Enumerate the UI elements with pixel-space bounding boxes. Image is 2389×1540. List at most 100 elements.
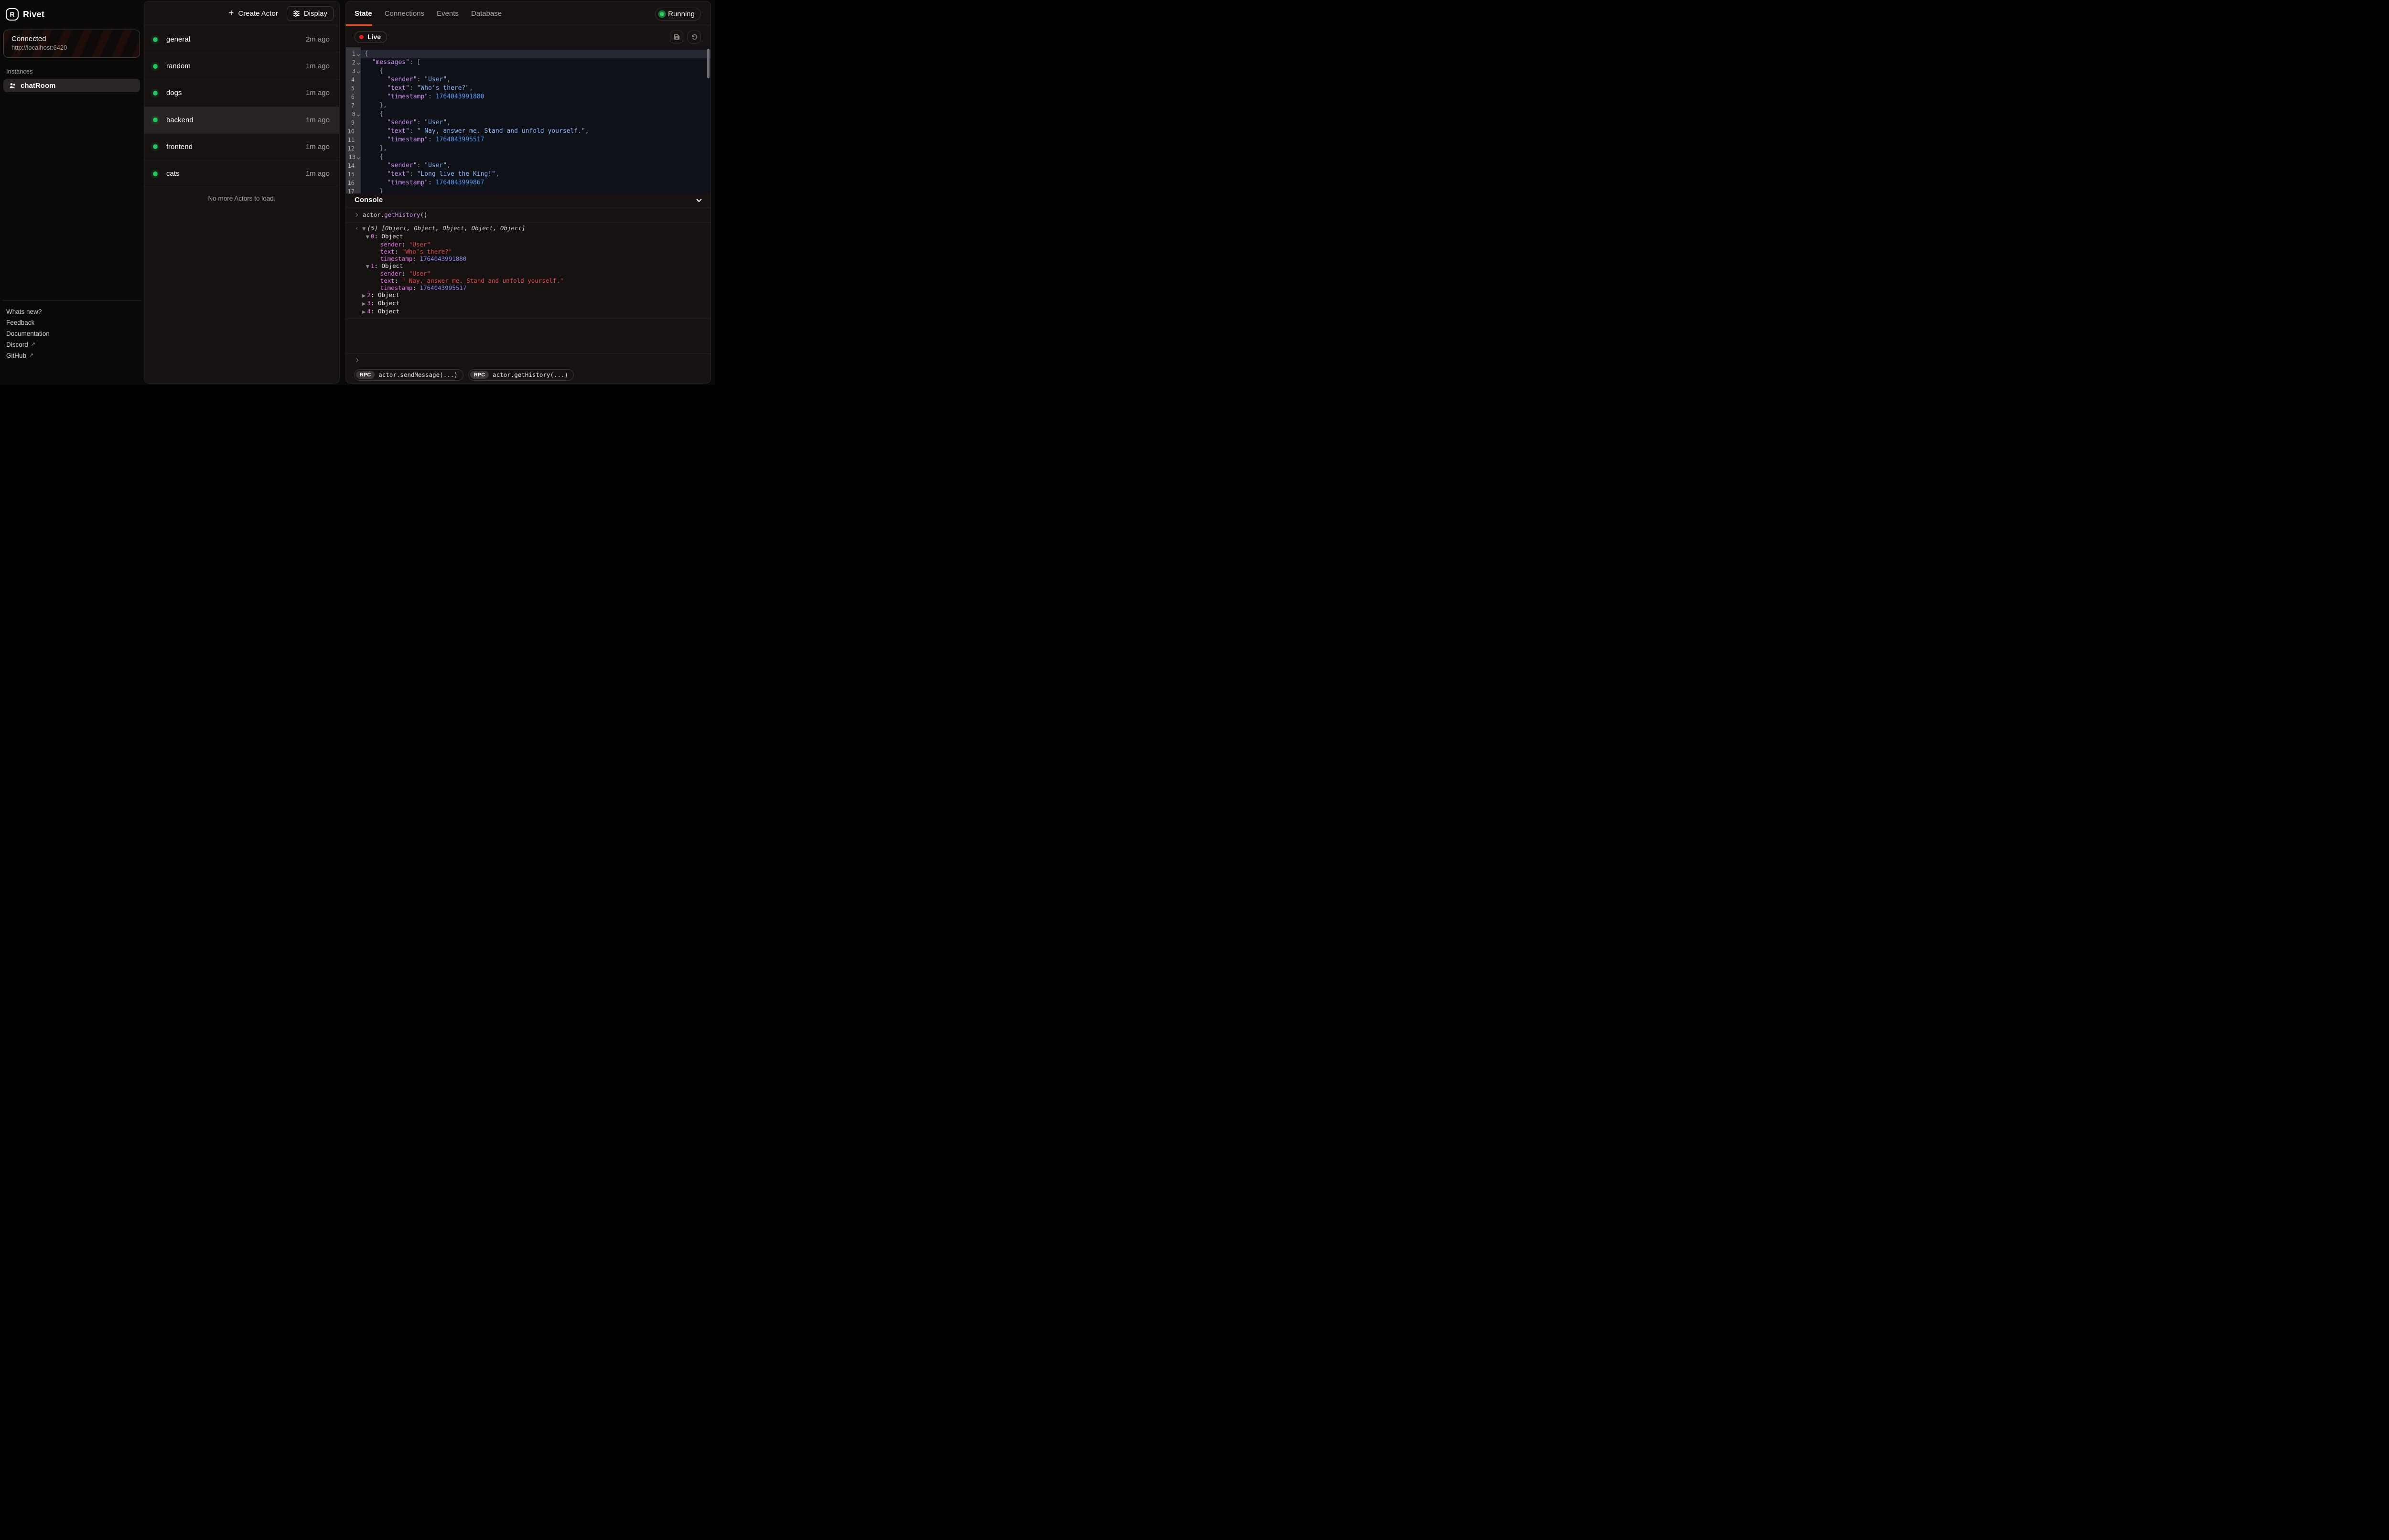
expand-toggle-icon[interactable]: ▶ bbox=[362, 310, 367, 315]
chevron-down-icon[interactable] bbox=[696, 196, 701, 202]
sidebar-item-chatroom[interactable]: chatRoom bbox=[3, 79, 140, 92]
editor-code: "timestamp": 1764043995517 bbox=[361, 136, 710, 144]
live-bar: Live bbox=[346, 26, 710, 47]
rpc-button-actor-gethistory-[interactable]: RPCactor.getHistory(...) bbox=[468, 369, 574, 381]
editor-code: "timestamp": 1764043999867 bbox=[361, 179, 710, 187]
line-number: 9 bbox=[351, 118, 355, 127]
actor-row-random[interactable]: random1m ago bbox=[144, 53, 339, 80]
actor-row-frontend[interactable]: frontend1m ago bbox=[144, 134, 339, 160]
tab-connections[interactable]: Connections bbox=[385, 10, 424, 18]
line-number: 13 bbox=[349, 153, 355, 161]
expand-toggle-icon[interactable]: ▶ bbox=[362, 293, 367, 299]
editor-line-number: 7 bbox=[346, 101, 361, 110]
status-dot-icon bbox=[153, 64, 158, 69]
tab-events[interactable]: Events bbox=[437, 10, 459, 18]
fold-toggle-icon[interactable] bbox=[357, 53, 360, 56]
line-number: 15 bbox=[348, 170, 355, 179]
actor-row-general[interactable]: general2m ago bbox=[144, 26, 339, 53]
editor-code: { bbox=[361, 67, 710, 75]
status-dot-icon bbox=[153, 171, 158, 176]
line-number: 8 bbox=[352, 110, 355, 118]
status-dot-icon bbox=[153, 144, 158, 149]
actor-last-active: 2m ago bbox=[306, 35, 330, 43]
fold-toggle-icon[interactable] bbox=[357, 61, 360, 64]
actor-row-cats[interactable]: cats1m ago bbox=[144, 160, 339, 187]
sidebar-footer: Whats new?FeedbackDocumentationDiscord↗G… bbox=[0, 300, 143, 385]
save-button[interactable] bbox=[670, 31, 683, 43]
editor-code: "timestamp": 1764043991880 bbox=[361, 93, 710, 101]
rpc-button-actor-sendmessage-[interactable]: RPCactor.sendMessage(...) bbox=[354, 369, 463, 381]
console-line: ▼ 0: Object bbox=[355, 233, 710, 241]
line-number: 1 bbox=[352, 50, 355, 58]
actors-icon bbox=[9, 82, 16, 89]
state-code-editor[interactable]: 1{2 "messages": [3 {4 "sender": "User",5… bbox=[346, 47, 710, 193]
console-line: ▶ 2: Object bbox=[355, 292, 710, 300]
editor-line-number: 11 bbox=[346, 136, 361, 144]
line-number: 11 bbox=[348, 136, 355, 144]
actor-name: cats bbox=[166, 170, 306, 178]
fold-toggle-icon[interactable] bbox=[357, 156, 360, 159]
status-badge[interactable]: Running bbox=[655, 8, 701, 21]
footer-link-label: Discord bbox=[6, 341, 28, 348]
live-dot-icon bbox=[359, 35, 364, 39]
footer-link-github[interactable]: GitHub↗ bbox=[0, 350, 143, 361]
expand-toggle-icon[interactable]: ▼ bbox=[366, 235, 371, 240]
connection-card: Connected http://localhost:6420 bbox=[3, 30, 140, 58]
console-history-row: actor.getHistory() bbox=[346, 207, 710, 224]
rpc-call-label: actor.getHistory(...) bbox=[493, 371, 568, 378]
actor-name: general bbox=[166, 35, 306, 43]
editor-code: { bbox=[361, 153, 710, 161]
actor-row-dogs[interactable]: dogs1m ago bbox=[144, 80, 339, 107]
actor-row-backend[interactable]: backend1m ago bbox=[144, 107, 339, 134]
fold-toggle-icon[interactable] bbox=[357, 113, 360, 116]
tab-database[interactable]: Database bbox=[471, 10, 502, 18]
editor-scrollbar[interactable] bbox=[707, 49, 710, 78]
footer-link-feedback[interactable]: Feedback bbox=[0, 317, 143, 328]
editor-code: "sender": "User", bbox=[361, 75, 710, 84]
console-line: ‹ ▼ (5) [Object, Object, Object, Object,… bbox=[355, 225, 710, 233]
rpc-shortcut-row: RPCactor.sendMessage(...)RPCactor.getHis… bbox=[346, 366, 710, 383]
reset-button[interactable] bbox=[688, 31, 701, 43]
expand-toggle-icon[interactable]: ▼ bbox=[362, 226, 367, 232]
console-line: ▶ 4: Object bbox=[355, 308, 710, 316]
fold-toggle-icon[interactable] bbox=[357, 70, 360, 73]
line-number: 2 bbox=[352, 58, 355, 67]
editor-line: 10 "text": " Nay, answer me. Stand and u… bbox=[346, 127, 710, 136]
create-actor-button[interactable]: + Create Actor bbox=[222, 6, 284, 21]
editor-line-number: 17 bbox=[346, 187, 361, 193]
line-number: 12 bbox=[348, 144, 355, 153]
console-header[interactable]: Console bbox=[346, 193, 710, 207]
footer-link-whats-new-[interactable]: Whats new? bbox=[0, 306, 143, 317]
sliders-icon bbox=[293, 10, 300, 17]
display-button[interactable]: Display bbox=[287, 6, 334, 21]
footer-links: Whats new?FeedbackDocumentationDiscord↗G… bbox=[0, 306, 143, 361]
rpc-chip: RPC bbox=[356, 371, 375, 379]
expand-toggle-icon[interactable]: ▼ bbox=[366, 264, 371, 269]
line-number: 10 bbox=[348, 127, 355, 136]
actors-panel-header: + Create Actor Display bbox=[144, 1, 339, 26]
editor-line-number: 5 bbox=[346, 84, 361, 93]
footer-link-documentation[interactable]: Documentation bbox=[0, 328, 143, 339]
console-prompt-row[interactable] bbox=[346, 353, 710, 366]
actor-name: dogs bbox=[166, 89, 306, 97]
editor-line-number: 2 bbox=[346, 58, 361, 67]
line-number: 4 bbox=[351, 75, 355, 84]
console-history-entry: actor.getHistory() bbox=[363, 211, 427, 218]
editor-actions bbox=[670, 31, 701, 43]
console-line: ▶ 3: Object bbox=[355, 300, 710, 308]
live-badge[interactable]: Live bbox=[355, 31, 387, 43]
running-dot-icon bbox=[660, 12, 664, 16]
prompt-chevron-icon bbox=[354, 213, 358, 217]
expand-toggle-icon[interactable]: ▶ bbox=[362, 301, 367, 307]
editor-line: 14 "sender": "User", bbox=[346, 161, 710, 170]
editor-line-number: 8 bbox=[346, 110, 361, 118]
editor-code: "sender": "User", bbox=[361, 118, 710, 127]
external-link-icon: ↗ bbox=[31, 341, 35, 347]
connection-status: Connected bbox=[11, 35, 132, 43]
rivet-logo-icon: R bbox=[6, 8, 19, 21]
footer-link-discord[interactable]: Discord↗ bbox=[0, 339, 143, 350]
status-dot-icon bbox=[153, 37, 158, 42]
tab-state[interactable]: State bbox=[355, 10, 372, 18]
actor-last-active: 1m ago bbox=[306, 143, 330, 151]
actors-panel: + Create Actor Display general2m agorand… bbox=[144, 1, 340, 384]
